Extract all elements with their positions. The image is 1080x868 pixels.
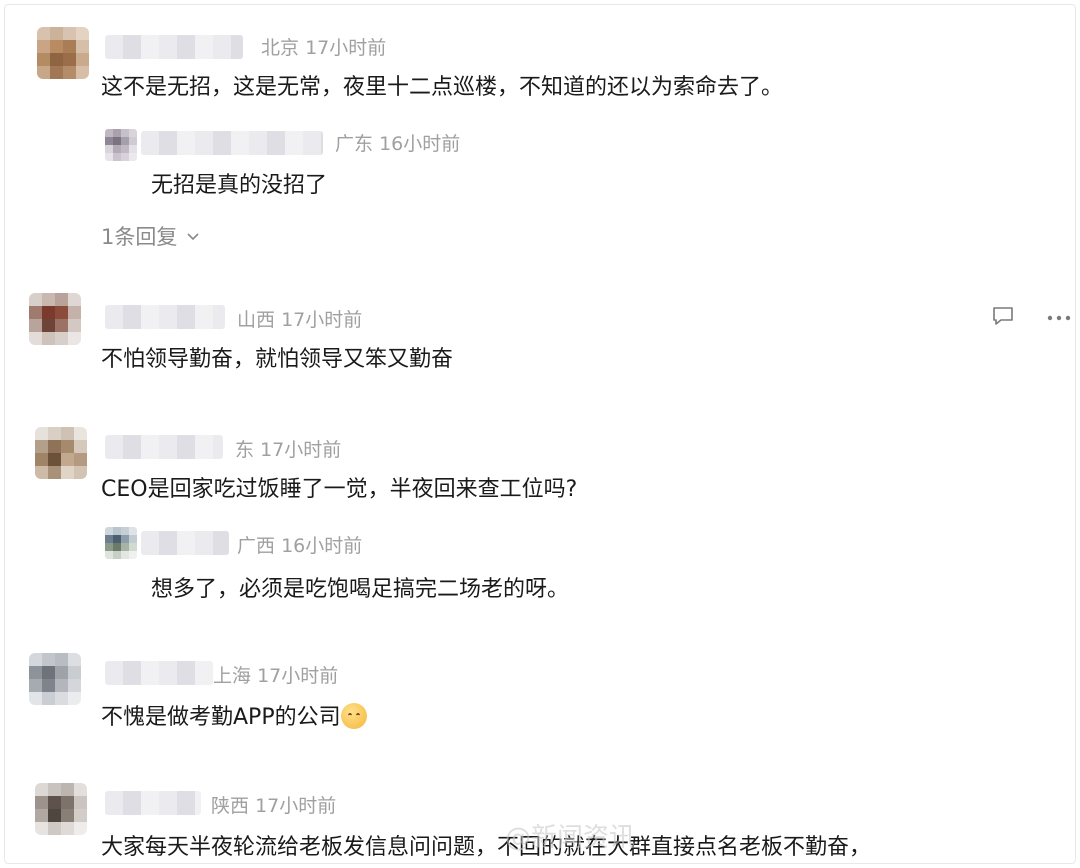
username-blurred[interactable] bbox=[105, 435, 223, 459]
avatar[interactable] bbox=[37, 27, 89, 79]
username-blurred[interactable] bbox=[105, 791, 201, 815]
avatar[interactable] bbox=[105, 129, 137, 161]
avatar[interactable] bbox=[35, 427, 87, 479]
timestamp: 17小时前 bbox=[257, 665, 339, 687]
reply-meta: 广东 16小时前 bbox=[335, 129, 460, 156]
comment-meta: 北京 17小时前 bbox=[261, 33, 386, 60]
avatar[interactable] bbox=[29, 293, 81, 345]
expand-replies-link[interactable]: 1条回复 bbox=[101, 221, 200, 251]
location: 北京 bbox=[261, 37, 300, 59]
timestamp: 17小时前 bbox=[281, 309, 363, 331]
comment-text: CEO是回家吃过饭睡了一觉，半夜回来查工位吗? bbox=[101, 477, 578, 502]
comment-meta: 东 17小时前 bbox=[235, 435, 341, 462]
username-blurred[interactable] bbox=[105, 661, 213, 685]
avatar[interactable] bbox=[105, 527, 137, 559]
comment-feed: 北京 17小时前 这不是无招，这是无常，夜里十二点巡楼，不知道的还以为索命去了。… bbox=[4, 4, 1076, 864]
location: 广西 bbox=[237, 535, 276, 557]
avatar[interactable] bbox=[35, 783, 87, 835]
location: 陕西 bbox=[211, 795, 250, 817]
timestamp: 16小时前 bbox=[379, 133, 461, 155]
comment-text: 不怕领导勤奋，就怕领导又笨又勤奋 bbox=[101, 347, 454, 372]
chevron-down-icon bbox=[187, 233, 199, 241]
comment-text: 不愧是做考勤APP的公司 bbox=[101, 699, 367, 731]
location: 东 bbox=[235, 439, 255, 461]
more-icon[interactable] bbox=[1047, 309, 1071, 328]
username-blurred[interactable] bbox=[105, 305, 225, 329]
timestamp: 16小时前 bbox=[281, 535, 363, 557]
timestamp: 17小时前 bbox=[305, 37, 387, 59]
timestamp: 17小时前 bbox=[255, 795, 337, 817]
sleepy-face-emoji bbox=[340, 703, 367, 729]
comment-meta: 山西 17小时前 bbox=[237, 305, 362, 332]
avatar[interactable] bbox=[29, 653, 81, 705]
comment-meta: 陕西 17小时前 bbox=[211, 791, 336, 818]
username-blurred[interactable] bbox=[105, 35, 243, 59]
comment-text: 这不是无招，这是无常，夜里十二点巡楼，不知道的还以为索命去了。 bbox=[101, 75, 784, 100]
comment-text: 大家每天半夜轮流给老板发信息问问题，不回的就在大群直接点名老板不勤奋， bbox=[101, 835, 872, 860]
reply-text: 无招是真的没招了 bbox=[151, 173, 328, 198]
username-blurred[interactable] bbox=[141, 131, 323, 155]
comment-icon[interactable] bbox=[991, 305, 1015, 331]
location: 上海 bbox=[213, 665, 252, 687]
reply-text: 想多了，必须是吃饱喝足搞完二场老的呀。 bbox=[151, 577, 570, 602]
reply-meta: 广西 16小时前 bbox=[237, 531, 362, 558]
location: 广东 bbox=[335, 133, 374, 155]
timestamp: 17小时前 bbox=[260, 439, 342, 461]
location: 山西 bbox=[237, 309, 276, 331]
username-blurred[interactable] bbox=[141, 531, 229, 555]
comment-meta: 上海 17小时前 bbox=[213, 661, 338, 688]
